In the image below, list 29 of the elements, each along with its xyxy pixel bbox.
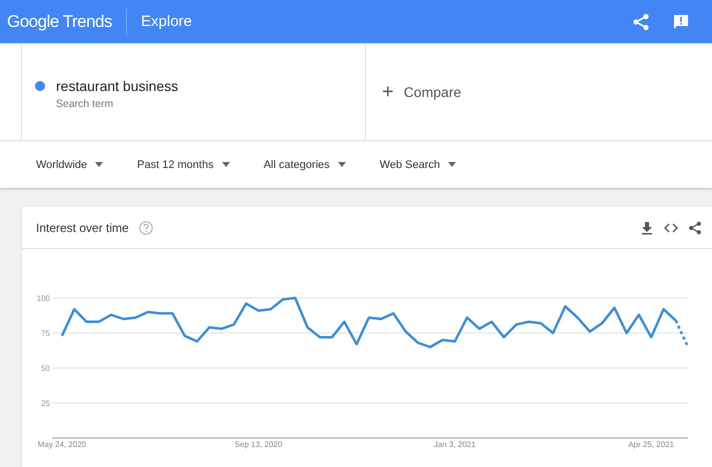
card-title: Interest over time: [36, 220, 129, 234]
filter-dropdown[interactable]: All categories: [264, 158, 346, 170]
term-caption: Search term: [56, 98, 114, 110]
download-icon[interactable]: [640, 220, 654, 234]
embed-code-icon[interactable]: [664, 220, 678, 234]
x-axis-label: May 24, 2020: [38, 440, 86, 449]
caret-icon: [95, 162, 104, 167]
compare-link[interactable]: Compare: [404, 84, 462, 100]
filter-dropdown[interactable]: Past 12 months: [137, 158, 230, 170]
y-axis-label: 100: [36, 294, 50, 303]
search-term[interactable]: restaurant business: [56, 78, 178, 94]
caret-icon: [222, 162, 230, 167]
page-title: Explore: [140, 13, 193, 30]
y-axis-label: 75: [41, 329, 50, 338]
share-icon[interactable]: [632, 12, 650, 30]
logo[interactable]: Google Trends: [0, 8, 128, 34]
y-axis-label: 25: [41, 399, 50, 408]
x-axis-label: Sep 13, 2020: [234, 440, 282, 449]
filter-dropdown[interactable]: Worldwide: [36, 158, 104, 170]
feedback-icon[interactable]: [672, 12, 690, 30]
filter-dropdown[interactable]: Web Search: [380, 158, 456, 170]
plus-icon[interactable]: +: [382, 80, 394, 104]
partial-data-line: [674, 320, 690, 348]
caret-icon: [338, 162, 346, 167]
share-icon[interactable]: [688, 220, 702, 234]
x-axis-label: Jan 3, 2021: [434, 440, 476, 449]
y-axis-label: 50: [41, 364, 50, 373]
x-axis-label: Apr 25, 2021: [628, 440, 674, 449]
caret-icon: [448, 162, 456, 167]
